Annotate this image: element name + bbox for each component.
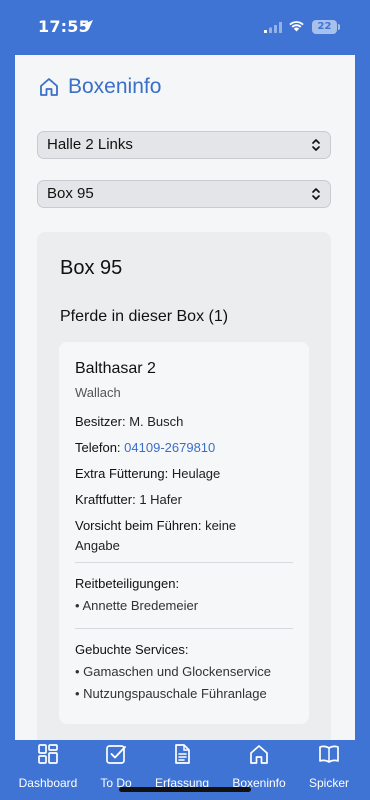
service-item: • Gamaschen und Glockenservice [75,664,272,679]
page-header: Boxeninfo [38,73,161,101]
riding-share-item: • Annette Bredemeier [75,598,199,613]
status-bar: 17:55 22 [0,0,370,55]
tab-dashboard[interactable]: Dashboard [8,740,88,800]
service-item: • Nutzungspauschale Führanlage [75,686,267,701]
page-title: Boxeninfo [68,75,162,98]
horses-heading: Pferde in dieser Box (1) [60,308,229,325]
concentrate-label: Kraftfutter: [75,492,136,507]
page-content: Boxeninfo Halle 2 Links Box 95 Box 95 Pf… [15,55,355,740]
battery-tip [338,24,340,30]
extra-feed-value: Heulage [171,466,221,481]
extra-feed-label: Extra Fütterung: [75,466,169,481]
caution-value: keine [205,518,237,533]
cellular-signal-icon [264,22,282,33]
box-card: Box 95 Pferde in dieser Box (1) Balthasa… [37,232,331,740]
riding-shares-label: Reitbeteiligungen: [75,576,180,591]
home-indicator [119,787,251,792]
home-icon [40,78,58,96]
owner-value: M. Busch [129,414,184,429]
tab-label: Spicker [308,776,349,790]
hall-select-value: Halle 2 Links [47,136,133,153]
horse-name: Balthasar 2 [75,360,156,377]
owner-row: Besitzer: M. Busch [75,412,299,432]
horse-card: Balthasar 2 Wallach Besitzer: M. Busch T… [59,342,309,724]
services-label: Gebuchte Services: [75,642,189,657]
concentrate-row: Kraftfutter: 1 Hafer [75,490,299,510]
horse-type: Wallach [75,385,121,400]
wifi-icon [289,21,304,32]
chevron-up-down-icon [312,188,320,200]
owner-label: Besitzer: [75,414,126,429]
box-select[interactable]: Box 95 [37,180,331,208]
home-icon [250,745,268,764]
location-arrow-icon [83,20,93,30]
chevron-up-down-icon [312,139,320,151]
extra-feed-row: Extra Fütterung: Heulage [75,464,299,484]
box-select-value: Box 95 [47,185,94,202]
phone-label: Telefon: [75,440,121,455]
tab-label: Dashboard [18,776,78,790]
divider [75,628,293,629]
caution-value-cont: Angabe [75,538,120,553]
tab-spicker[interactable]: Spicker [296,740,362,800]
dashboard-icon [38,744,58,764]
divider [75,562,293,563]
hall-select[interactable]: Halle 2 Links [37,131,331,159]
battery-indicator: 22 [312,20,337,34]
checkbox-icon [106,745,126,764]
caution-row: Vorsicht beim Führen: keine Angabe [75,516,299,556]
box-title: Box 95 [60,257,123,279]
phone-row: Telefon: 04109-2679810 [75,438,299,458]
phone-link[interactable]: 04109-2679810 [124,440,215,455]
document-icon [175,744,190,764]
book-icon [319,745,339,763]
caution-label: Vorsicht beim Führen: [75,518,202,533]
concentrate-value: 1 Hafer [139,492,182,507]
